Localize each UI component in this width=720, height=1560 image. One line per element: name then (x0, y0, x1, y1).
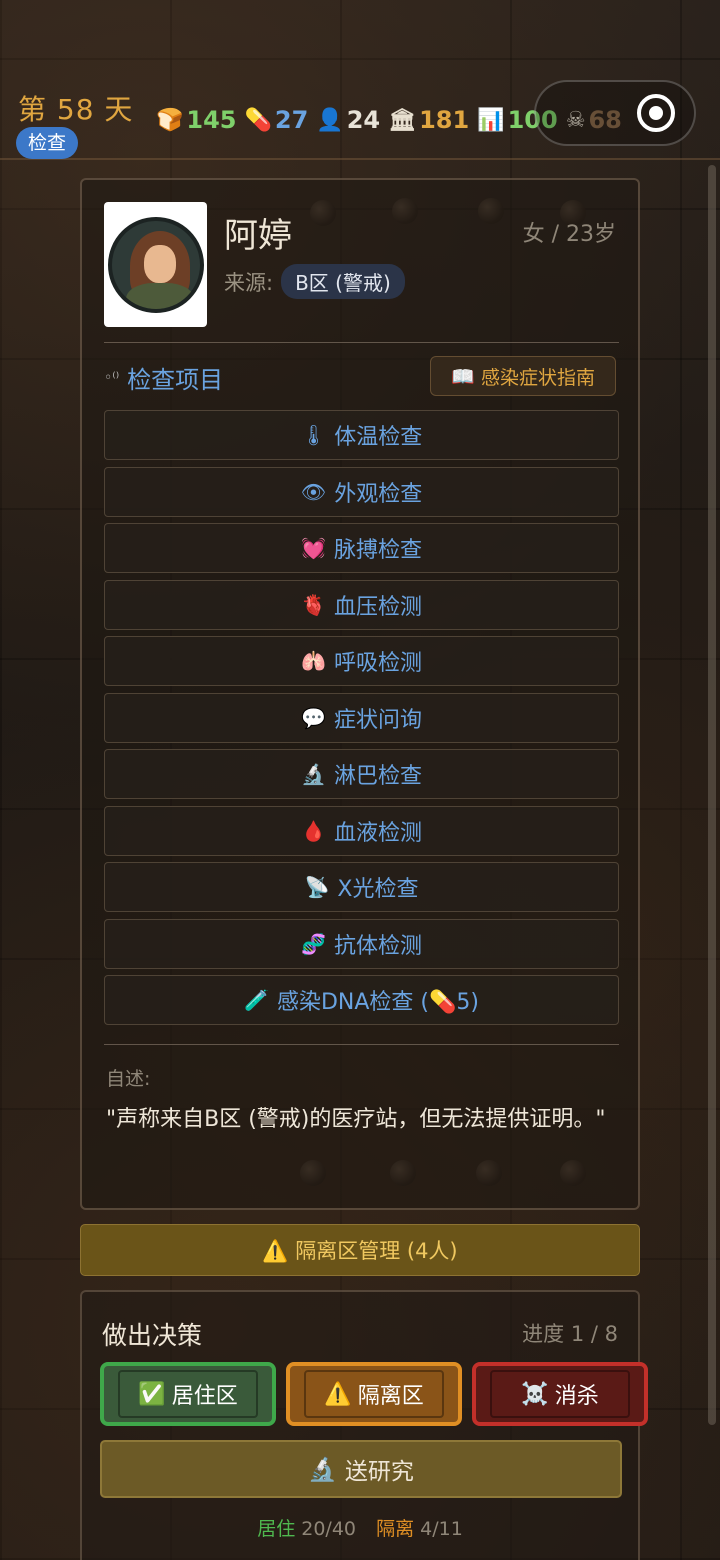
inspection-button[interactable]: 🔬 淋巴检查 (104, 749, 619, 799)
close-target-icon[interactable] (637, 94, 675, 132)
inspection-label: X光检查 (337, 877, 419, 902)
inspection-button[interactable]: 💓 脉搏检查 (104, 523, 619, 573)
chart-icon: 📊 (477, 107, 505, 133)
people-icon: 👤 (316, 107, 344, 133)
inspection-label: 感染DNA检查 (💊5) (276, 990, 479, 1015)
inspection-label: 脉搏检查 (333, 538, 422, 563)
inspection-label: 抗体检测 (333, 933, 422, 959)
eye-icon: 👁 (300, 479, 327, 504)
quarantine-zone-label: 隔离区 (357, 1384, 424, 1409)
heart-icon: 💓 (301, 536, 326, 560)
inspection-button[interactable]: 🫁 呼吸检测 (104, 636, 619, 686)
resident-capacity-value: 20/40 (301, 1518, 357, 1540)
signal-icon: ◦⁽⁾ (104, 369, 120, 386)
resident-capacity-key: 居住 (257, 1518, 296, 1540)
pill-icon: 💊 (244, 107, 272, 133)
inspection-button[interactable]: 🫀 血压检测 (104, 579, 619, 630)
person-name: 阿婷 (224, 216, 292, 256)
resource-stat: 👤 24 (316, 106, 380, 134)
inspection-label: 症状问询 (333, 707, 422, 733)
divider (104, 1044, 619, 1045)
test-tube-icon: 🧪 (244, 988, 269, 1012)
avatar (104, 202, 207, 327)
skull-icon: ☠️ (521, 1381, 549, 1407)
inspection-button[interactable]: 🌡 体温检查 (104, 410, 619, 460)
quarantine-zone-button[interactable]: ⚠️ 隔离区 (286, 1362, 462, 1426)
inspection-button[interactable]: 📡 X光检查 (104, 862, 619, 912)
resource-value: 27 (274, 106, 309, 134)
satellite-dish-icon: 📡 (304, 875, 330, 899)
inspection-button[interactable]: 🧬 抗体检测 (104, 918, 619, 969)
residential-zone-button[interactable]: ✅ 居住区 (100, 1362, 276, 1426)
divider (104, 342, 619, 343)
inspection-button[interactable]: 🧪 感染DNA检查 (💊5) (104, 975, 619, 1025)
phase-badge: 检查 (16, 127, 79, 159)
resource-stat: 🏛 181 (388, 106, 469, 134)
statement-text: "声称来自B区 (警戒)的医疗站，但无法提供证明。" (106, 1107, 606, 1132)
speech-bubble-icon: 💬 (301, 705, 326, 730)
resource-value: 24 (346, 106, 381, 134)
capacity-summary: 居住 20/40 隔离 4/11 (82, 1514, 638, 1541)
microscope-icon: 🔬 (301, 762, 326, 786)
residential-zone-label: 居住区 (171, 1384, 238, 1409)
inspection-list: 🌡 体温检查 👁 外观检查 💓 脉搏检查 🫀 血压检测 🫁 呼吸检测 💬 症状问询 🔬 淋巴检查 🩸 血液检测… (104, 410, 619, 1032)
resource-value: 181 (419, 106, 470, 134)
top-status-bar: 第 58 天 检查 🍞 145 💊 27 👤 24 🏛 181 📊 100 ☠ 68 (0, 0, 720, 160)
building-icon: 🏛 (388, 107, 417, 133)
origin-label: 来源: (224, 270, 274, 295)
blood-drop-icon: 🩸 (301, 818, 326, 843)
thermometer-icon: 🌡 (300, 423, 327, 447)
inspection-button[interactable]: 👁 外观检查 (104, 466, 619, 517)
quarantine-capacity-value: 4/11 (420, 1518, 463, 1540)
inspection-label: 外观检查 (334, 481, 423, 507)
microscope-icon: 🔬 (308, 1456, 337, 1483)
symptom-guide-button[interactable]: 📖 感染症状指南 (430, 356, 616, 396)
warning-icon: ⚠️ (324, 1381, 352, 1407)
lungs-icon: 🫁 (301, 649, 326, 673)
inspection-label: 呼吸检测 (333, 651, 422, 676)
day-counter: 第 58 天 (18, 93, 134, 126)
quarantine-capacity-key: 隔离 (376, 1518, 415, 1540)
decision-panel: 做出决策 进度 1 / 8 ✅ 居住区 ⚠️ 隔离区 ☠️ 消杀 🔬 送研究 居… (80, 1290, 648, 1560)
resource-value: 145 (186, 106, 237, 134)
inspection-button[interactable]: 💬 症状问询 (104, 692, 619, 743)
dna-icon: 🧬 (301, 931, 326, 956)
quarantine-management-label: ⚠️ 隔离区管理 (4人) (262, 1239, 458, 1263)
inspection-label: 血压检测 (333, 594, 422, 620)
resource-stat: 💊 27 (245, 106, 309, 134)
book-icon: 📖 (451, 365, 475, 388)
decision-progress: 进度 1 / 8 (522, 1322, 618, 1346)
inspection-label: 体温检查 (334, 425, 423, 450)
anatomical-heart-icon: 🫀 (301, 592, 326, 617)
disinfect-label: 消杀 (554, 1384, 599, 1409)
inspection-title: 检查项目 (127, 366, 224, 394)
person-card: 阿婷 女 / 23岁 来源: B区 (警戒) ◦⁽⁾ 检查项目 📖 感染症状指南… (80, 178, 640, 1210)
inspection-button[interactable]: 🩸 血液检测 (104, 805, 619, 856)
gender-age: 女 / 23岁 (522, 222, 616, 247)
inspection-label: 血液检测 (333, 820, 422, 846)
decision-title: 做出决策 (102, 1321, 203, 1350)
inspection-heading: ◦⁽⁾ 检查项目 (104, 360, 223, 395)
quarantine-management-button[interactable]: ⚠️ 隔离区管理 (4人) (80, 1224, 640, 1276)
inspection-label: 淋巴检查 (333, 764, 422, 789)
origin: 来源: B区 (警戒) (224, 264, 405, 299)
check-mark-icon: ✅ (138, 1381, 166, 1407)
origin-badge: B区 (警戒) (281, 264, 405, 299)
send-research-button[interactable]: 🔬 送研究 (100, 1440, 622, 1498)
send-research-label: 送研究 (344, 1459, 414, 1485)
symptom-guide-label: 感染症状指南 (480, 366, 595, 389)
resource-stat: 🍞 145 (156, 106, 237, 134)
bread-icon: 🍞 (156, 107, 184, 133)
statement-label: 自述: (106, 1068, 151, 1090)
disinfect-button[interactable]: ☠️ 消杀 (472, 1362, 648, 1426)
scrollbar[interactable] (708, 165, 716, 1425)
